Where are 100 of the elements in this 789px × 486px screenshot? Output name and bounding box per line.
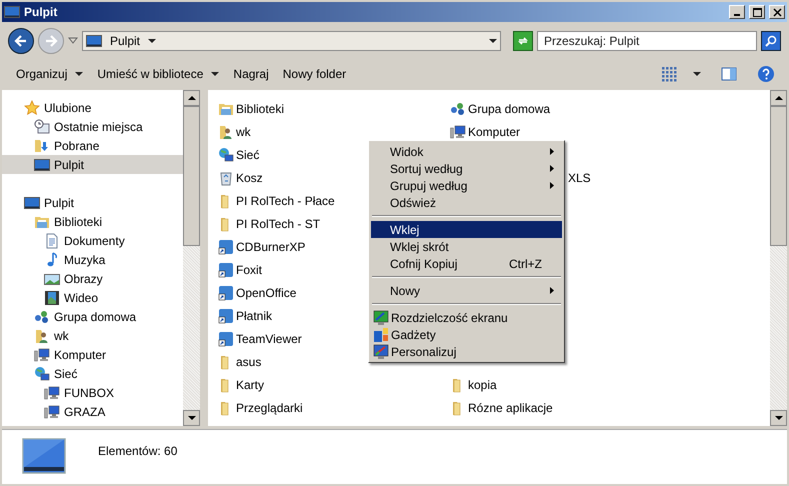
people-icon — [34, 308, 50, 324]
monitor-icon — [4, 4, 20, 20]
computer-icon — [44, 404, 60, 420]
menu-item[interactable]: Odśwież — [371, 194, 562, 211]
sidebar-item[interactable]: Obrazy — [2, 269, 183, 288]
monitor-icon — [86, 33, 102, 49]
sidebar-item[interactable]: Ostatnie miejsca — [2, 117, 183, 136]
window-title: Pulpit — [24, 4, 58, 21]
scroll-down-button[interactable] — [183, 410, 200, 426]
minimize-icon — [734, 14, 740, 16]
toolbar-button[interactable]: Nowy folder — [276, 62, 352, 86]
monitor-icon — [24, 194, 40, 210]
file-item[interactable]: Grupa domowa — [450, 97, 550, 120]
view-grid-icon[interactable] — [661, 66, 677, 82]
refresh-arrows-icon — [517, 35, 529, 47]
shortcut-icon — [218, 284, 234, 300]
scrollbar[interactable] — [770, 90, 787, 426]
file-item[interactable]: Biblioteki — [218, 97, 450, 120]
menu-item[interactable]: Personalizuj — [371, 343, 562, 360]
close-button[interactable] — [769, 5, 785, 19]
scrollbar[interactable] — [183, 90, 200, 426]
menu-item[interactable]: Gadżety — [371, 326, 562, 343]
up-arrow-icon — [188, 94, 196, 102]
refresh-button[interactable] — [513, 31, 533, 51]
up-arrow-icon — [774, 94, 782, 102]
sidebar-item[interactable]: Muzyka — [2, 250, 183, 269]
caret-icon — [489, 37, 497, 45]
sidebar-item[interactable]: Pulpit — [2, 155, 183, 174]
scroll-up-button[interactable] — [183, 90, 200, 106]
sidebar-item[interactable]: Dokumenty — [2, 231, 183, 250]
recycle-bin-icon — [218, 170, 234, 186]
menu-item[interactable]: Grupuj według — [371, 177, 562, 194]
toolbar-button[interactable]: Nagraj — [227, 62, 275, 86]
scroll-thumb[interactable] — [183, 106, 200, 246]
user-folder-icon — [34, 328, 50, 344]
sidebar-item[interactable]: FUNBOX — [2, 383, 183, 402]
file-item[interactable]: Przeglądarki — [218, 396, 450, 419]
computer-icon — [44, 384, 60, 400]
sidebar-item[interactable]: wk — [2, 326, 183, 345]
back-button[interactable] — [8, 28, 34, 54]
scroll-down-button[interactable] — [770, 410, 787, 426]
scroll-thumb[interactable] — [770, 106, 787, 246]
close-icon — [772, 8, 782, 16]
file-item[interactable]: Komputer — [450, 120, 520, 143]
toolbar-button[interactable]: Organizuj — [10, 62, 90, 86]
screen-resolution-icon — [373, 310, 389, 326]
shortcut-icon — [218, 330, 234, 346]
help-icon[interactable] — [757, 65, 775, 83]
computer-icon — [34, 346, 50, 362]
sidebar-item[interactable]: Biblioteki — [2, 212, 183, 231]
back-arrow-icon — [13, 33, 29, 49]
file-item[interactable]: kopia — [450, 373, 497, 396]
search-field[interactable]: Przeszukaj: Pulpit — [537, 31, 757, 51]
minimize-button[interactable] — [729, 5, 745, 19]
maximize-button[interactable] — [749, 5, 765, 19]
menu-item[interactable]: Cofnij Kopiuj Ctrl+Z — [371, 255, 562, 272]
file-item[interactable]: Karty — [218, 373, 450, 396]
download-folder-icon — [34, 138, 50, 154]
sidebar-item[interactable]: Pobrane — [2, 136, 183, 155]
sidebar-item[interactable]: Komputer — [2, 345, 183, 364]
menu-item[interactable]: Sortuj według — [371, 160, 562, 177]
toolbar-button[interactable]: Umieść w bibliotece — [91, 62, 226, 86]
sidebar-item[interactable]: Grupa domowa — [2, 307, 183, 326]
document-icon — [44, 232, 60, 248]
caret-icon — [693, 70, 701, 78]
sidebar-item[interactable]: Sieć — [2, 364, 183, 383]
file-item[interactable]: Rózne aplikacje — [450, 396, 553, 419]
shortcut-icon — [218, 262, 234, 278]
film-icon — [44, 290, 60, 306]
menu-item[interactable]: Wklej — [371, 221, 562, 238]
sidebar-item[interactable]: GRAZA — [2, 402, 183, 421]
search-icon — [765, 35, 777, 47]
star-icon — [24, 100, 40, 116]
globe-computer-icon — [34, 366, 50, 382]
personalize-icon — [373, 344, 389, 360]
clock-icon — [34, 118, 50, 134]
menu-item[interactable]: Rozdzielczość ekranu — [371, 309, 562, 326]
monitor-icon — [34, 156, 50, 172]
sidebar-item[interactable]: Ulubione — [2, 98, 183, 117]
maximize-icon — [752, 8, 762, 16]
preview-pane-icon[interactable] — [721, 66, 737, 82]
search-button[interactable] — [761, 31, 781, 51]
sidebar-item[interactable]: Pulpit — [2, 193, 183, 212]
sidebar-item[interactable]: Wideo — [2, 288, 183, 307]
shortcut-icon — [218, 308, 234, 324]
address-field[interactable]: Pulpit — [82, 31, 501, 51]
menu-item[interactable]: Wklej skrót — [371, 238, 562, 255]
down-arrow-icon — [188, 414, 196, 422]
file-item[interactable]: wk — [218, 120, 450, 143]
globe-computer-icon — [218, 146, 234, 162]
down-arrow-icon — [774, 414, 782, 422]
history-caret-icon[interactable] — [68, 37, 78, 45]
user-folder-icon — [218, 124, 234, 140]
menu-item[interactable]: Widok — [371, 143, 562, 160]
forward-arrow-icon — [43, 33, 59, 49]
caret-icon — [148, 37, 156, 45]
menu-item[interactable]: Nowy — [371, 282, 562, 299]
people-icon — [450, 100, 466, 116]
shortcut-icon — [218, 238, 234, 254]
scroll-up-button[interactable] — [770, 90, 787, 106]
